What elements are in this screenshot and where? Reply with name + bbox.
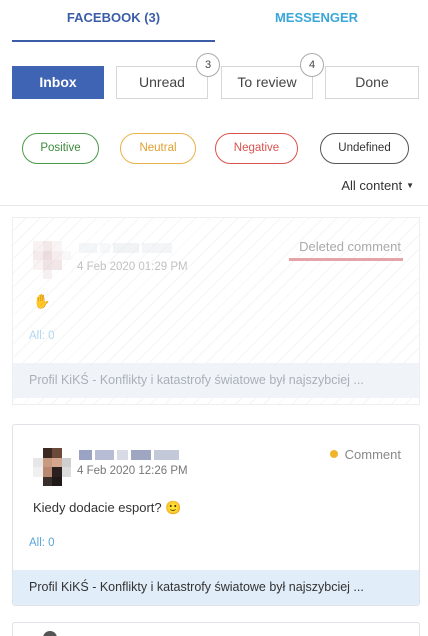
content-filter-dropdown[interactable]: All content ▼ — [341, 178, 414, 193]
post-card-next[interactable] — [12, 622, 420, 636]
inbox-button[interactable]: Inbox — [12, 66, 104, 99]
avatar — [43, 631, 57, 636]
all-count-link[interactable]: All: 0 — [29, 537, 55, 549]
avatar — [33, 448, 71, 486]
content-filter-label: All content — [341, 178, 403, 193]
comment-dot-icon — [329, 450, 338, 458]
post-type-label: Comment — [329, 447, 401, 462]
divider — [0, 205, 428, 206]
avatar — [33, 241, 71, 279]
unread-button[interactable]: Unread 3 — [116, 53, 220, 99]
post-source[interactable]: Profil KiKŚ - Konflikty i katastrofy świ… — [13, 570, 419, 605]
post-timestamp: 4 Feb 2020 01:29 PM — [77, 261, 188, 273]
post-source[interactable]: Profil KiKŚ - Konflikty i katastrofy świ… — [13, 363, 419, 398]
post-card-deleted[interactable]: 4 Feb 2020 01:29 PM Deleted comment ✋ Al… — [12, 217, 420, 405]
post-type-text: Comment — [344, 447, 401, 462]
all-count-link[interactable]: All: 0 — [29, 330, 55, 342]
unread-label: Unread — [139, 74, 185, 90]
unread-count-badge: 3 — [196, 53, 220, 77]
post-message: ✋ — [33, 293, 51, 309]
post-timestamp: 4 Feb 2020 12:26 PM — [77, 465, 188, 477]
post-message: Kiedy dodacie esport? 🙂 — [33, 500, 182, 515]
author-name-blurred — [79, 450, 179, 460]
author-name-blurred — [79, 243, 179, 253]
done-button[interactable]: Done — [325, 66, 419, 99]
status-filters: Inbox Unread 3 To review 4 Done — [12, 53, 419, 100]
deleted-underline — [289, 258, 403, 261]
caret-down-icon: ▼ — [406, 181, 414, 190]
tab-messenger[interactable]: MESSENGER — [215, 0, 418, 42]
sentiment-neutral-pill[interactable]: Neutral — [120, 133, 196, 164]
tab-facebook[interactable]: FACEBOOK (3) — [12, 0, 215, 42]
deleted-comment-label: Deleted comment — [299, 239, 401, 254]
to-review-count-badge: 4 — [300, 53, 324, 77]
sentiment-filters: Positive Neutral Negative Undefined — [22, 133, 418, 166]
channel-tabs: FACEBOOK (3) MESSENGER — [12, 0, 418, 42]
sentiment-negative-pill[interactable]: Negative — [215, 133, 298, 164]
post-card-comment[interactable]: 4 Feb 2020 12:26 PM Comment Kiedy dodaci… — [12, 424, 420, 606]
to-review-label: To review — [237, 74, 297, 90]
sentiment-undefined-pill[interactable]: Undefined — [320, 133, 409, 164]
to-review-button[interactable]: To review 4 — [221, 53, 324, 99]
sentiment-positive-pill[interactable]: Positive — [22, 133, 99, 164]
